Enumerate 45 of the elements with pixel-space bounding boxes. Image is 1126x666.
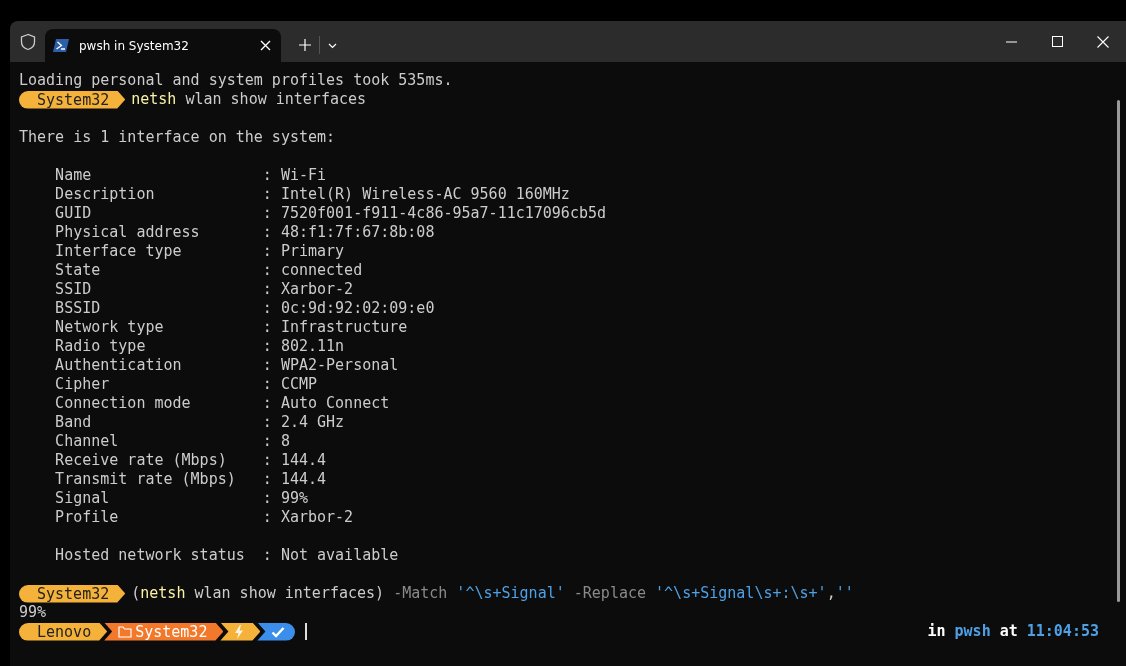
lightning-icon — [234, 624, 245, 639]
output-line: Channel : 8 — [54, 432, 290, 451]
folder-icon — [118, 625, 133, 638]
tab-title: pwsh in System32 — [79, 38, 190, 53]
prompt-info: in — [927, 622, 946, 641]
output-line: Connection mode : Auto Connect — [54, 394, 390, 413]
scrollbar[interactable] — [1117, 100, 1120, 602]
prompt-segment: System32 — [19, 90, 126, 109]
checkmark-icon — [271, 625, 286, 638]
output-line: Hosted network status : Not available — [54, 546, 399, 565]
dropdown-chevron-icon[interactable] — [328, 43, 337, 49]
output-line: GUID : 7520f001-f911-4c86-95a7-11c17096cb5d — [54, 204, 606, 223]
output-line: SSID : Xarbor-2 — [54, 280, 354, 299]
prompt-segment: Lenovo — [19, 622, 108, 641]
output-line: Receive rate (Mbps) : 144.4 — [54, 451, 327, 470]
new-tab-icon[interactable] — [299, 39, 311, 51]
output-line: BSSID : 0c:9d:92:02:09:e0 — [54, 299, 435, 318]
tab-close-icon[interactable] — [260, 40, 271, 51]
powershell-icon — [53, 39, 69, 52]
terminal-tab[interactable]: pwsh in System32 — [45, 29, 281, 62]
prompt-info: 11:04:53 — [1026, 622, 1099, 641]
output-line: Band : 2.4 GHz — [54, 413, 345, 432]
command-line: (netsh wlan show interfaces) -Match '^\s+Signal' -Replace '^\s+Signal\s+:\s+','' — [131, 584, 854, 603]
output-line: Network type : Infrastructure — [54, 318, 408, 337]
output-line: Name : Wi-Fi — [54, 166, 327, 185]
output-line: Radio type : 802.11n — [54, 337, 345, 356]
command-line: netsh wlan show interfaces — [131, 90, 367, 109]
output-line: Description : Intel(R) Wireless-AC 9560 160MHz — [54, 185, 570, 204]
output-line: Profile : Xarbor-2 — [54, 508, 354, 527]
output-line: Cipher : CCMP — [54, 375, 317, 394]
prompt-segment: System32 — [104, 622, 224, 641]
output-line: Signal : 99% — [54, 489, 308, 508]
output-line: 99% — [19, 603, 47, 622]
output-line: Authentication : WPA2-Personal — [54, 356, 399, 375]
shield-icon[interactable] — [19, 33, 37, 51]
output-line: Physical address : 48:f1:7f:67:8b:08 — [54, 223, 435, 242]
output-line: Transmit rate (Mbps) : 144.4 — [54, 470, 327, 489]
prompt-info: pwsh — [954, 622, 991, 641]
output-line: There is 1 interface on the system: — [19, 128, 336, 147]
output-line: Interface type : Primary — [54, 242, 345, 261]
prompt-info: at — [999, 622, 1018, 641]
prompt-segment: System32 — [19, 584, 126, 603]
text-cursor — [305, 623, 308, 640]
output-line: State : connected — [54, 261, 363, 280]
output-line: Loading personal and system profiles took 535ms. — [19, 71, 453, 90]
